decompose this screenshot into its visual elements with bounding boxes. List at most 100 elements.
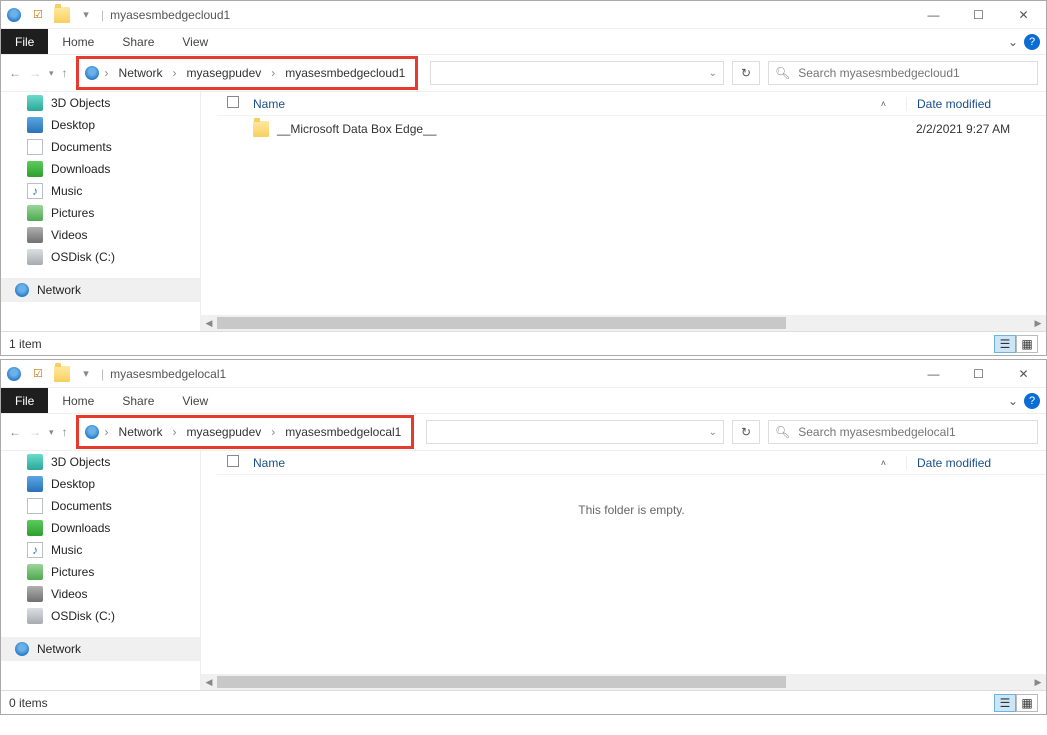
chevron-right-icon[interactable]: › — [101, 425, 113, 439]
view-details-button[interactable]: ☰ — [994, 335, 1016, 353]
address-dropdown-icon[interactable]: ⌄ — [709, 427, 717, 438]
search-input[interactable] — [796, 65, 1031, 81]
ribbon-tab-share[interactable]: Share — [108, 388, 168, 413]
address-bar-rest[interactable]: ⌄ — [426, 420, 724, 444]
sidebar-item-label: Videos — [51, 228, 87, 242]
column-header-date[interactable]: Date modified — [906, 97, 1036, 111]
sidebar-item-documents[interactable]: Documents — [1, 136, 200, 158]
sidebar-item-videos[interactable]: Videos — [1, 583, 200, 605]
app-icon — [5, 365, 23, 383]
qat-newfolder-icon[interactable] — [53, 365, 71, 383]
nav-recent-icon[interactable]: ▾ — [49, 68, 54, 79]
sidebar-item-pictures[interactable]: Pictures — [1, 561, 200, 583]
ribbon-expand-icon[interactable]: ⌄ — [1008, 394, 1018, 408]
scroll-right-icon[interactable]: ▶ — [1030, 315, 1046, 331]
select-all-checkbox[interactable] — [227, 455, 253, 470]
select-all-checkbox[interactable] — [227, 96, 253, 111]
scroll-track[interactable] — [217, 315, 1030, 331]
breadcrumb-seg-1[interactable]: myasegpudev — [181, 66, 268, 80]
sidebar-item-downloads[interactable]: Downloads — [1, 517, 200, 539]
nav-back-icon[interactable]: ← — [9, 425, 21, 439]
nav-up-icon[interactable]: ↑ — [62, 425, 68, 439]
qat-properties-icon[interactable]: ☑ — [29, 365, 47, 383]
breadcrumb-seg-1[interactable]: myasegpudev — [181, 425, 268, 439]
minimize-button[interactable]: — — [911, 360, 956, 388]
sidebar-item-osdisk[interactable]: OSDisk (C:) — [1, 246, 200, 268]
maximize-button[interactable]: ☐ — [956, 360, 1001, 388]
close-button[interactable]: ✕ — [1001, 360, 1046, 388]
desktop-icon — [27, 476, 43, 492]
sidebar-item-desktop[interactable]: Desktop — [1, 114, 200, 136]
qat-dropdown-icon[interactable]: ▾ — [77, 365, 95, 383]
search-box[interactable]: 🔍︎ — [768, 61, 1038, 85]
breadcrumb-seg-2[interactable]: myasesmbedgecloud1 — [279, 66, 411, 80]
sidebar-item-label: OSDisk (C:) — [51, 250, 115, 264]
nav-back-icon[interactable]: ← — [9, 66, 21, 80]
ribbon-tab-share[interactable]: Share — [108, 29, 168, 54]
sidebar-item-documents[interactable]: Documents — [1, 495, 200, 517]
sidebar-item-label: Downloads — [51, 162, 110, 176]
breadcrumb-seg-2[interactable]: myasesmbedgelocal1 — [279, 425, 407, 439]
sidebar-item-videos[interactable]: Videos — [1, 224, 200, 246]
ribbon-expand-icon[interactable]: ⌄ — [1008, 35, 1018, 49]
sidebar-item-3dobjects[interactable]: 3D Objects — [1, 451, 200, 473]
ribbon-tab-file[interactable]: File — [1, 29, 48, 54]
column-header-date[interactable]: Date modified — [906, 456, 1036, 470]
qat-newfolder-icon[interactable] — [53, 6, 71, 24]
scroll-track[interactable] — [217, 674, 1030, 690]
nav-recent-icon[interactable]: ▾ — [49, 427, 54, 438]
refresh-button[interactable]: ↻ — [732, 420, 760, 444]
horizontal-scrollbar[interactable]: ◀ ▶ — [201, 674, 1046, 690]
column-header-name[interactable]: Name — [253, 456, 285, 470]
help-icon[interactable]: ? — [1024, 393, 1040, 409]
sidebar-item-osdisk[interactable]: OSDisk (C:) — [1, 605, 200, 627]
chevron-right-icon[interactable]: › — [101, 66, 113, 80]
close-button[interactable]: ✕ — [1001, 1, 1046, 29]
ribbon-tab-home[interactable]: Home — [48, 29, 108, 54]
chevron-right-icon[interactable]: › — [169, 66, 181, 80]
view-large-icons-button[interactable]: ▦ — [1016, 694, 1038, 712]
nav-up-icon[interactable]: ↑ — [62, 66, 68, 80]
qat-properties-icon[interactable]: ☑ — [29, 6, 47, 24]
sidebar-item-desktop[interactable]: Desktop — [1, 473, 200, 495]
minimize-button[interactable]: — — [911, 1, 956, 29]
ribbon-tab-home[interactable]: Home — [48, 388, 108, 413]
sidebar-item-downloads[interactable]: Downloads — [1, 158, 200, 180]
sidebar-item-network[interactable]: Network — [1, 278, 200, 302]
search-input[interactable] — [796, 424, 1031, 440]
sidebar-item-pictures[interactable]: Pictures — [1, 202, 200, 224]
sidebar-item-3dobjects[interactable]: 3D Objects — [1, 92, 200, 114]
chevron-right-icon[interactable]: › — [267, 66, 279, 80]
quick-access-toolbar: ☑ ▾ — [5, 6, 95, 24]
nav-forward-icon[interactable]: → — [29, 425, 41, 439]
breadcrumb-seg-0[interactable]: Network — [113, 425, 169, 439]
nav-pane: 3D Objects Desktop Documents Downloads ♪… — [1, 92, 201, 331]
sidebar-item-network[interactable]: Network — [1, 637, 200, 661]
maximize-button[interactable]: ☐ — [956, 1, 1001, 29]
sidebar-item-music[interactable]: ♪Music — [1, 180, 200, 202]
help-icon[interactable]: ? — [1024, 34, 1040, 50]
view-details-button[interactable]: ☰ — [994, 694, 1016, 712]
address-bar-rest[interactable]: ⌄ — [430, 61, 724, 85]
file-row[interactable]: __Microsoft Data Box Edge__ 2/2/2021 9:2… — [217, 116, 1046, 142]
scroll-thumb[interactable] — [217, 676, 786, 688]
ribbon-tab-file[interactable]: File — [1, 388, 48, 413]
scroll-right-icon[interactable]: ▶ — [1030, 674, 1046, 690]
qat-dropdown-icon[interactable]: ▾ — [77, 6, 95, 24]
scroll-thumb[interactable] — [217, 317, 786, 329]
chevron-right-icon[interactable]: › — [267, 425, 279, 439]
view-large-icons-button[interactable]: ▦ — [1016, 335, 1038, 353]
search-box[interactable]: 🔍︎ — [768, 420, 1038, 444]
horizontal-scrollbar[interactable]: ◀ ▶ — [201, 315, 1046, 331]
scroll-left-icon[interactable]: ◀ — [201, 674, 217, 690]
ribbon-tab-view[interactable]: View — [168, 29, 222, 54]
sidebar-item-music[interactable]: ♪Music — [1, 539, 200, 561]
column-header-name[interactable]: Name — [253, 97, 285, 111]
scroll-left-icon[interactable]: ◀ — [201, 315, 217, 331]
address-dropdown-icon[interactable]: ⌄ — [709, 68, 717, 79]
breadcrumb-seg-0[interactable]: Network — [113, 66, 169, 80]
refresh-button[interactable]: ↻ — [732, 61, 760, 85]
ribbon-tab-view[interactable]: View — [168, 388, 222, 413]
nav-forward-icon[interactable]: → — [29, 66, 41, 80]
chevron-right-icon[interactable]: › — [169, 425, 181, 439]
